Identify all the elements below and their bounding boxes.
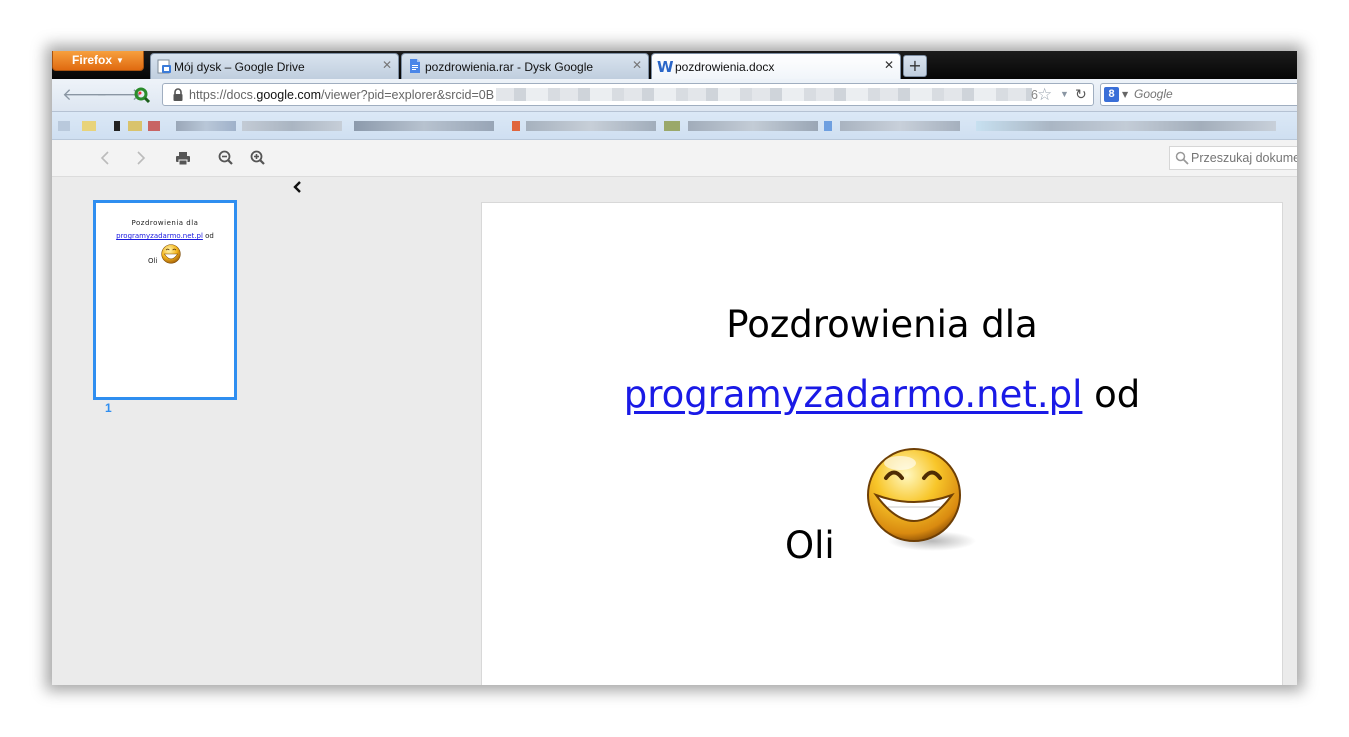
bookmark-item[interactable]: [526, 121, 656, 131]
url-dropdown-icon[interactable]: ▼: [1060, 89, 1069, 99]
reload-icon[interactable]: ↻: [1075, 86, 1087, 103]
firefox-menu-button[interactable]: Firefox ▼: [52, 51, 144, 71]
close-icon[interactable]: ✕: [884, 58, 894, 72]
thumbnail-link: programyzadarmo.net.pl: [116, 232, 203, 240]
thumbnail-page-number: 1: [105, 401, 112, 415]
print-icon[interactable]: [173, 148, 193, 168]
firefox-menu-label: Firefox: [72, 53, 113, 67]
thumbnail-line1: Pozdrowienia dla: [131, 219, 199, 227]
document-icon: [410, 59, 420, 73]
bookmarks-toolbar: [52, 112, 1297, 140]
document-heading-line1: Pozdrowienia dla: [726, 303, 1038, 346]
next-page-icon[interactable]: [130, 148, 150, 168]
new-tab-button[interactable]: +: [903, 55, 927, 77]
search-icon: [1175, 151, 1189, 165]
document-link[interactable]: programyzadarmo.net.pl: [624, 373, 1083, 416]
bookmark-item[interactable]: [824, 121, 832, 131]
url-redacted: [496, 88, 1032, 101]
lock-icon: [173, 88, 183, 101]
bookmark-item[interactable]: [58, 121, 70, 131]
url-text: https://docs.google.com/viewer?pid=explo…: [189, 88, 494, 102]
thumbnail-after-link: od: [202, 232, 214, 240]
url-path: /viewer?pid=explorer&srcid=0B: [321, 88, 495, 102]
chevron-down-icon[interactable]: ▼: [1122, 90, 1128, 99]
google-search-engine-icon[interactable]: 8: [1104, 87, 1119, 102]
bookmark-item[interactable]: [512, 121, 520, 131]
close-icon[interactable]: ✕: [382, 58, 392, 72]
close-icon[interactable]: ✕: [632, 58, 642, 72]
tab-my-drive[interactable]: Mój dysk – Google Drive ✕: [150, 53, 399, 79]
document-signature: Oli: [785, 524, 835, 567]
addon-magnifier-icon[interactable]: [134, 87, 151, 104]
url-prefix: https://docs.: [189, 88, 257, 102]
bookmark-item[interactable]: [82, 121, 96, 131]
page-thumbnail[interactable]: Pozdrowienia dla programyzadarmo.net.pl …: [93, 200, 237, 400]
url-host: google.com: [256, 88, 322, 102]
viewer-toolbar: [52, 140, 1297, 177]
document-search-box[interactable]: [1169, 146, 1297, 170]
zoom-out-icon[interactable]: [216, 148, 236, 168]
navigation-bar: 🡐 🡒 https://docs.google.com/viewer?pid=e…: [52, 79, 1297, 112]
tab-pozdrowienia-rar[interactable]: pozdrowienia.rar - Dysk Google ✕: [401, 53, 649, 79]
thumbnail-line2: programyzadarmo.net.pl od: [96, 232, 234, 240]
bookmark-item[interactable]: [242, 121, 342, 131]
bookmark-item[interactable]: [688, 121, 818, 131]
browser-window: Firefox ▼ Mój dysk – Google Drive ✕ pozdr…: [52, 51, 1297, 685]
tab-strip: Firefox ▼ Mój dysk – Google Drive ✕ pozdr…: [52, 51, 1297, 79]
bookmark-star-icon[interactable]: ☆: [1037, 85, 1052, 105]
bookmark-item[interactable]: [976, 121, 1276, 131]
document-heading-line2: programyzadarmo.net.pl od: [482, 373, 1282, 416]
google-drive-icon: [157, 59, 171, 74]
tab-pozdrowienia-docx[interactable]: W pozdrowienia.docx ✕: [651, 53, 901, 79]
tab-label: pozdrowienia.rar - Dysk Google: [425, 60, 594, 74]
search-input[interactable]: [1134, 86, 1294, 102]
word-icon: W: [657, 58, 673, 74]
zoom-in-icon[interactable]: [248, 148, 268, 168]
bookmark-item[interactable]: [128, 121, 142, 131]
collapse-sidebar-icon[interactable]: [290, 178, 306, 196]
url-bar[interactable]: https://docs.google.com/viewer?pid=explo…: [162, 83, 1094, 106]
tab-label: pozdrowienia.docx: [675, 60, 775, 74]
smiley-face-icon: [161, 244, 181, 264]
document-search-input[interactable]: [1191, 150, 1297, 166]
tab-label: Mój dysk – Google Drive: [174, 60, 305, 74]
bookmark-item[interactable]: [664, 121, 680, 131]
svg-text:W: W: [657, 58, 673, 74]
thumbnail-signature: Oli: [148, 257, 158, 265]
search-bar[interactable]: 8 ▼: [1100, 83, 1297, 106]
bookmark-item[interactable]: [114, 121, 120, 131]
bookmark-item[interactable]: [840, 121, 960, 131]
document-after-link: od: [1082, 373, 1141, 416]
previous-page-icon[interactable]: [96, 148, 116, 168]
document-page: Pozdrowienia dla programyzadarmo.net.pl …: [481, 202, 1283, 685]
bookmark-item[interactable]: [354, 121, 494, 131]
smiley-face-icon: [867, 448, 976, 551]
chevron-down-icon: ▼: [116, 56, 124, 65]
bookmark-item[interactable]: [176, 121, 236, 131]
bookmark-item[interactable]: [148, 121, 160, 131]
